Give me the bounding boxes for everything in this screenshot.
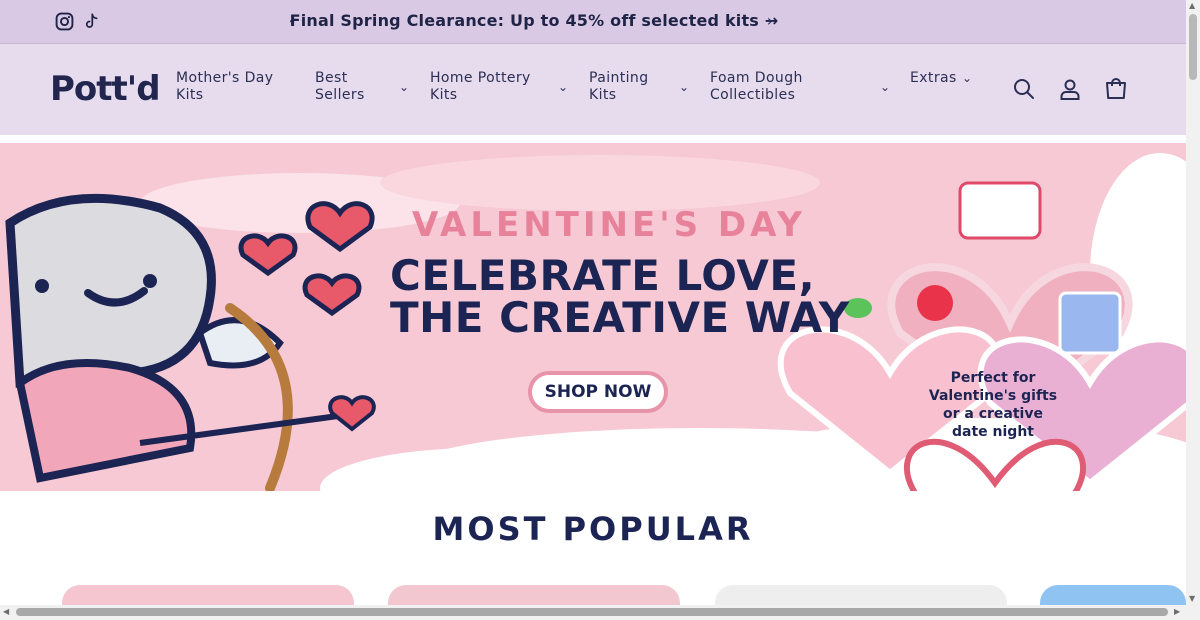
site-header: Pott'd Mother's Day Kits Best Sellers ⌄ … <box>0 43 1186 135</box>
nav-label-line1: Mother's Day <box>176 70 274 86</box>
nav-label-line1: Painting <box>589 70 649 86</box>
cart-icon[interactable] <box>1104 77 1128 101</box>
nav-label-line2: Kits <box>430 87 458 103</box>
horizontal-scrollbar[interactable]: ◀ ▶ <box>0 605 1186 620</box>
announcement-text[interactable]: Final Spring Clearance: Up to 45% off se… <box>0 11 1060 30</box>
hero-banner[interactable]: VALENTINE'S DAY CELEBRATE LOVE, THE CREA… <box>0 143 1186 491</box>
nav-label-line2: Kits <box>176 87 204 103</box>
nav-item-mothers-day-kits[interactable]: Mother's Day Kits <box>176 70 273 104</box>
shop-now-button[interactable]: SHOP NOW <box>528 371 668 413</box>
chevron-down-icon: ⌄ <box>679 80 690 94</box>
horizontal-scrollbar-thumb[interactable] <box>16 608 1168 616</box>
scroll-down-arrow-icon[interactable]: ▼ <box>1189 594 1195 603</box>
hero-heart-note: Perfect for Valentine's gifts or a creat… <box>924 369 1062 441</box>
chevron-down-icon: ⌄ <box>558 80 569 94</box>
chevron-down-icon: ⌄ <box>962 71 973 85</box>
heart-note-line: Perfect for <box>950 370 1036 386</box>
chevron-down-icon: ⌄ <box>399 80 410 94</box>
nav-item-painting-kits[interactable]: Painting Kits ⌄ <box>589 70 691 104</box>
heart-note-line: date night <box>952 424 1034 440</box>
hero-kicker: VALENTINE'S DAY <box>412 205 806 245</box>
nav-label-line2: Collectibles <box>710 87 796 103</box>
scroll-up-arrow-icon[interactable]: ▲ <box>1189 1 1195 10</box>
nav-item-foam-dough-collectibles[interactable]: Foam Dough Collectibles ⌄ <box>710 70 892 104</box>
section-title-most-popular: MOST POPULAR <box>432 510 754 548</box>
search-icon[interactable] <box>1012 77 1036 101</box>
nav-label-line2: Kits <box>589 87 617 103</box>
nav-label-line1: Best <box>315 70 348 86</box>
heart-note-line: or a creative <box>943 406 1043 422</box>
nav-label-line1: Foam Dough <box>710 70 803 86</box>
announcement-next-button[interactable]: › <box>758 9 782 33</box>
scroll-right-arrow-icon[interactable]: ▶ <box>1174 607 1180 616</box>
announcement-bar: ‹ Final Spring Clearance: Up to 45% off … <box>0 0 1186 43</box>
vertical-scrollbar-thumb[interactable] <box>1189 14 1197 80</box>
scroll-left-arrow-icon[interactable]: ◀ <box>3 607 9 616</box>
heart-note-line: Valentine's gifts <box>928 388 1058 404</box>
account-icon[interactable] <box>1058 77 1082 101</box>
nav-item-home-pottery-kits[interactable]: Home Pottery Kits ⌄ <box>430 70 570 104</box>
nav-label-line2: Sellers <box>315 87 365 103</box>
chevron-down-icon: ⌄ <box>880 80 891 94</box>
nav-item-best-sellers[interactable]: Best Sellers ⌄ <box>315 70 411 104</box>
brand-logo[interactable]: Pott'd <box>50 69 161 109</box>
nav-label-line1: Home Pottery <box>430 70 531 86</box>
vertical-scrollbar[interactable]: ▲ ▼ <box>1186 0 1200 620</box>
hero-headline-line2: THE CREATIVE WAY <box>390 293 850 342</box>
nav-item-extras[interactable]: Extras ⌄ <box>910 70 976 87</box>
